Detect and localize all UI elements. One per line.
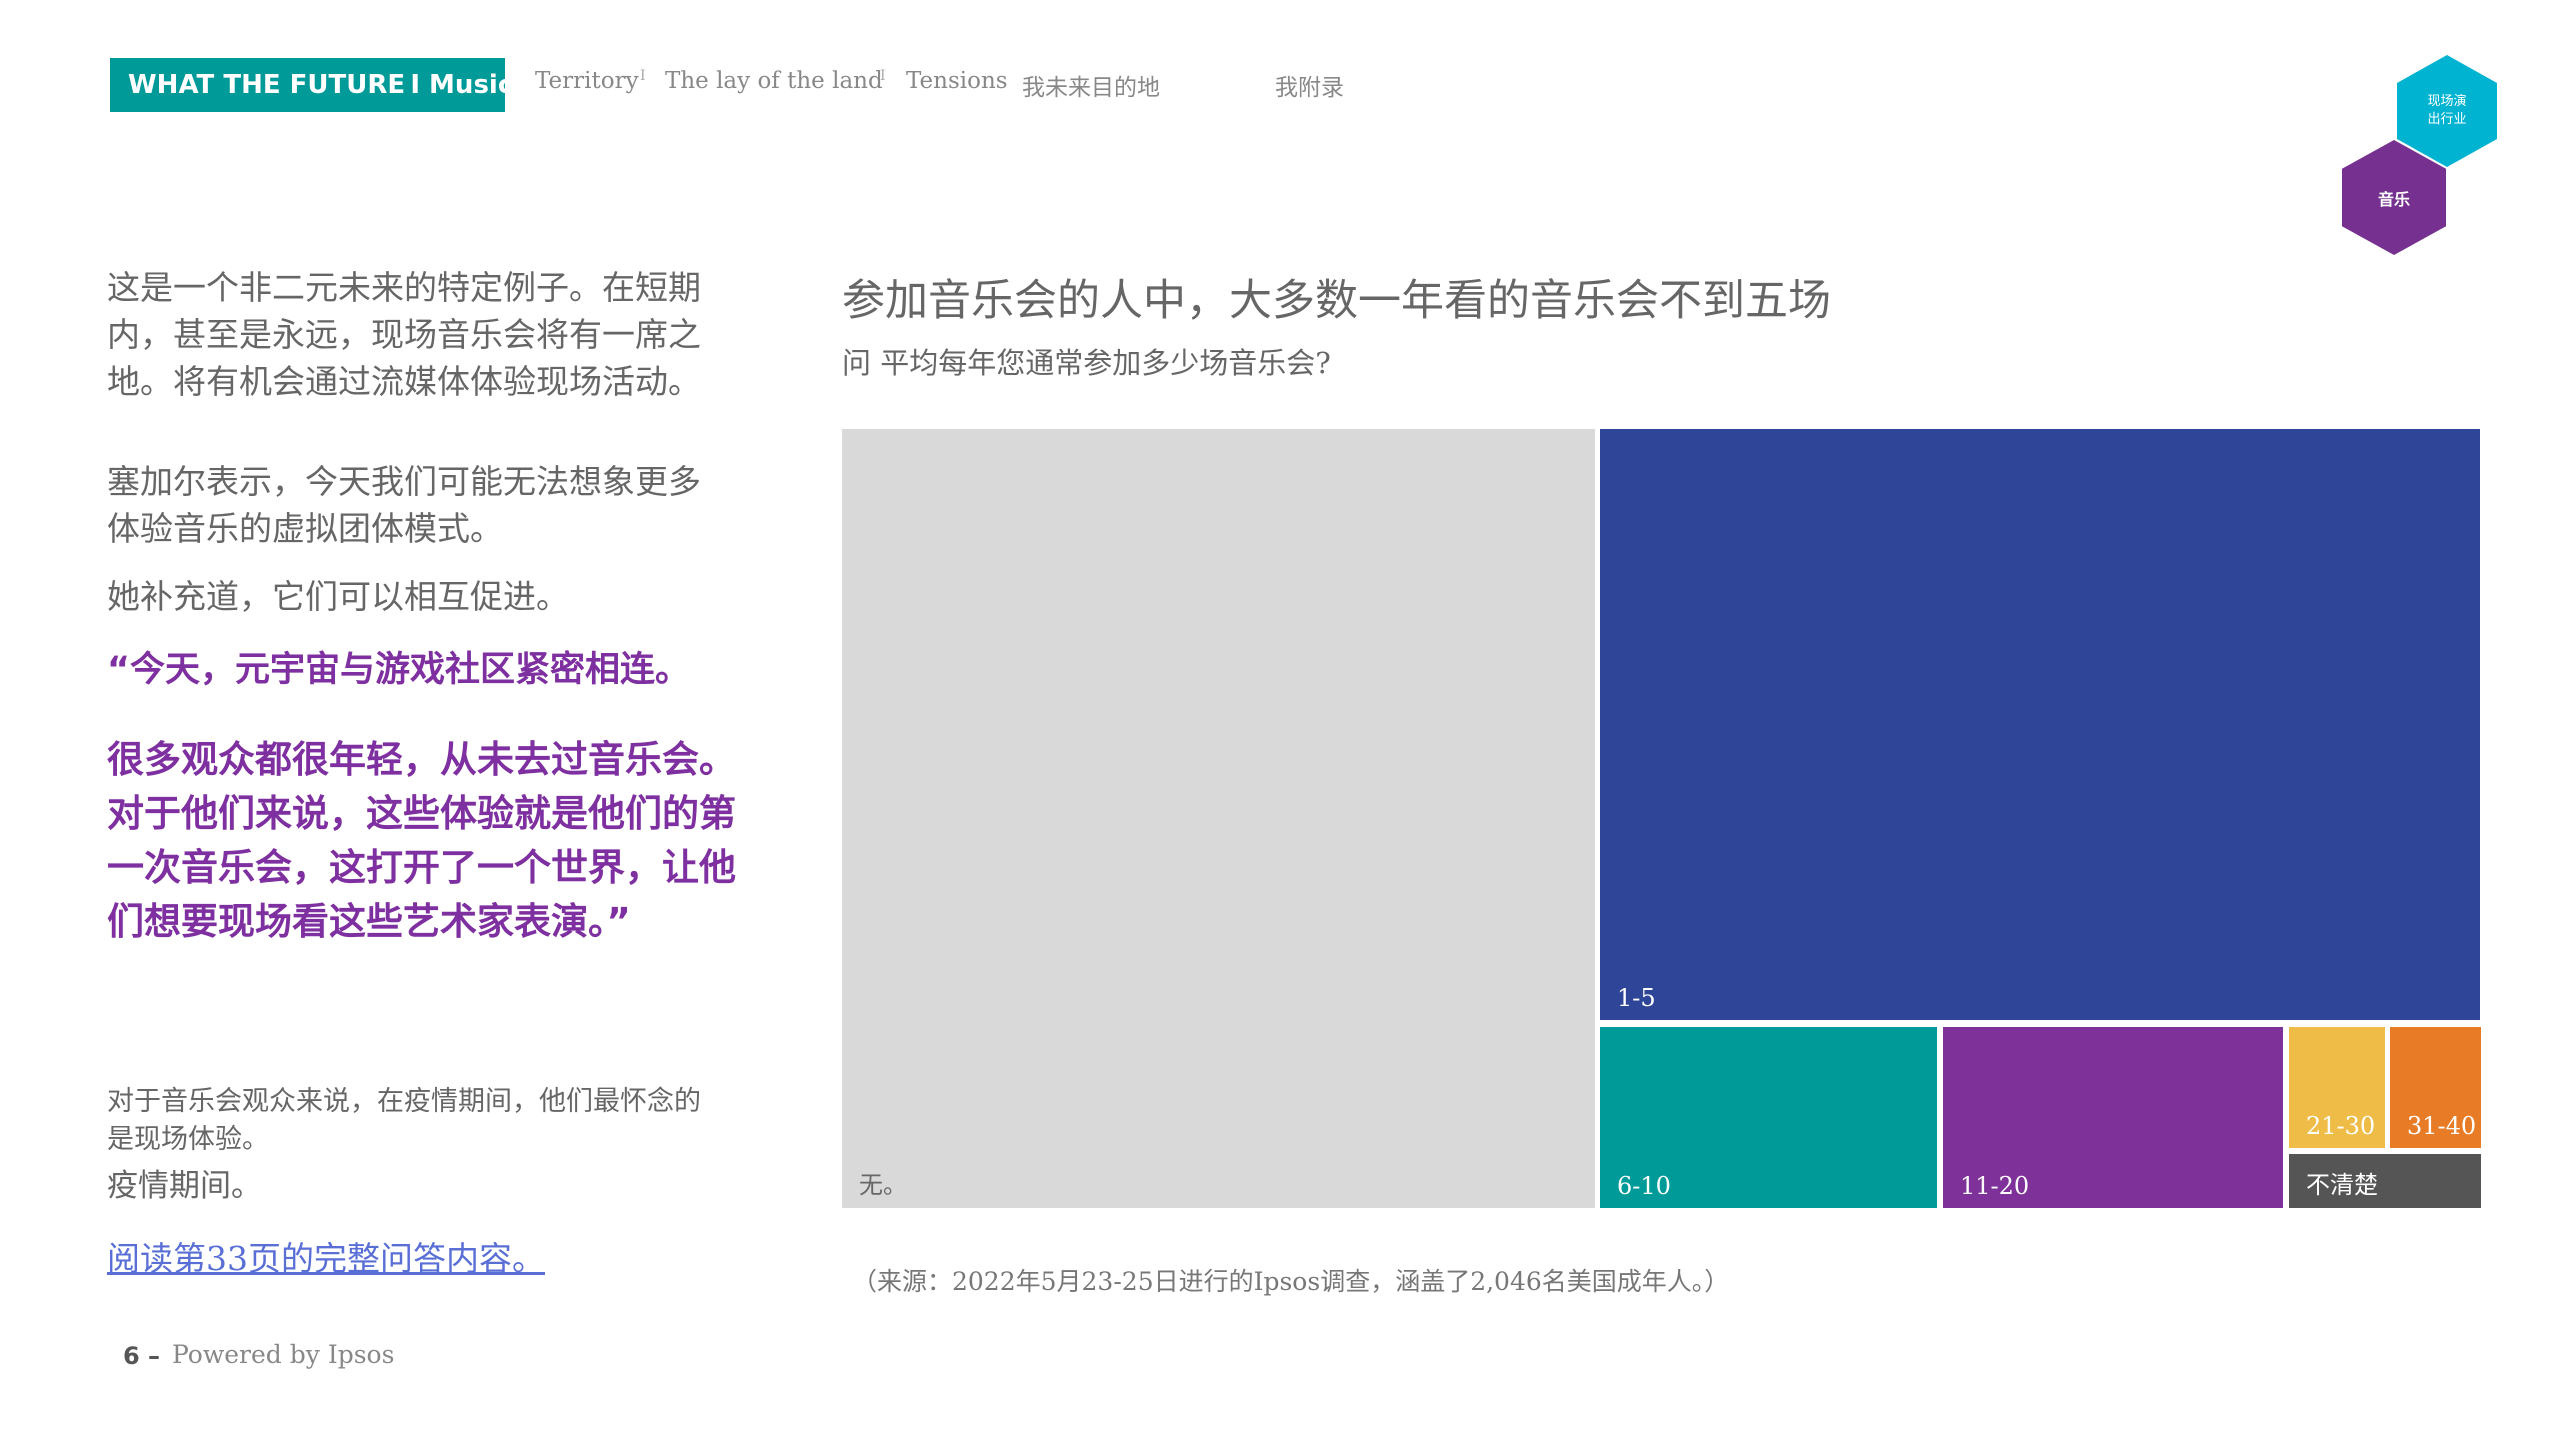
nav-future-destination[interactable]: 我未来目的地 — [1022, 68, 1160, 102]
chart-source: （来源：2022年5月23-25日进行的Ipsos调查，涵盖了2,046名美国成… — [852, 1267, 1730, 1296]
chart-subtitle: 问 平均每年您通常参加多少场音乐会? — [842, 346, 1331, 380]
brand-title[interactable]: WHAT THE FUTURE I Music — [110, 58, 513, 112]
nav-appendix[interactable]: 我附录 — [1275, 68, 1344, 102]
treemap-tile-6-10: 6-10 — [1600, 1027, 1937, 1208]
nav-lay-of-the-land[interactable]: The lay of the land — [665, 68, 883, 94]
segal-paragraph: 塞加尔表示，今天我们可能无法想象更多体验音乐的虚拟团体模式。 — [107, 462, 701, 548]
treemap-label-31-40: 31-40 — [2407, 1112, 2477, 1140]
treemap-tile-none: 无。 — [842, 429, 1595, 1208]
nav-separator: I — [880, 68, 886, 84]
treemap-tile-11-20: 11-20 — [1943, 1027, 2283, 1208]
treemap-tile-unsure: 不清楚 — [2289, 1154, 2481, 1208]
quote-line-1: “今天，元宇宙与游戏社区紧密相连。 — [107, 650, 691, 690]
page-number: 6 – — [123, 1342, 161, 1370]
audience-note: 对于音乐会观众来说，在疫情期间，他们最怀念的是现场体验。 — [107, 1086, 701, 1155]
read-full-qa-link[interactable]: 阅读第33页的完整问答内容。 — [107, 1232, 545, 1280]
treemap-label-6-10: 6-10 — [1617, 1172, 1671, 1200]
nav-tensions[interactable]: Tensions — [906, 68, 1008, 94]
nav-territory[interactable]: Territory — [535, 68, 639, 94]
treemap-label-none: 无。 — [859, 1171, 907, 1199]
treemap-tile-31-40: 31-40 — [2390, 1027, 2481, 1148]
treemap-label-unsure: 不清楚 — [2306, 1171, 2378, 1199]
live-events-hex-label: 现场演 出行业 — [2427, 94, 2467, 127]
treemap-chart: 无。 1-5 6-10 11-20 21-30 31-40 不清楚 — [0, 0, 2560, 1440]
segal-addition: 她补充道，它们可以相互促进。 — [107, 577, 569, 616]
treemap-label-21-30: 21-30 — [2306, 1112, 2376, 1140]
treemap-tile-21-30: 21-30 — [2289, 1027, 2385, 1148]
treemap-label-1-5: 1-5 — [1617, 984, 1656, 1012]
nav-separator: I — [640, 68, 646, 84]
quote-body: 很多观众都很年轻，从未去过音乐会。对于他们来说，这些体验就是他们的第一次音乐会，… — [107, 738, 736, 943]
pandemic-note: 疫情期间。 — [107, 1168, 262, 1204]
powered-by: Powered by Ipsos — [172, 1340, 395, 1369]
music-hex-label: 音乐 — [2377, 189, 2410, 209]
treemap-tile-1-5: 1-5 — [1600, 429, 2480, 1020]
chart-title: 参加音乐会的人中，大多数一年看的音乐会不到五场 — [842, 276, 1831, 326]
treemap-label-11-20: 11-20 — [1960, 1172, 2030, 1200]
intro-paragraph: 这是一个非二元未来的特定例子。在短期内，甚至是永远，现场音乐会将有一席之地。将有… — [107, 268, 701, 401]
